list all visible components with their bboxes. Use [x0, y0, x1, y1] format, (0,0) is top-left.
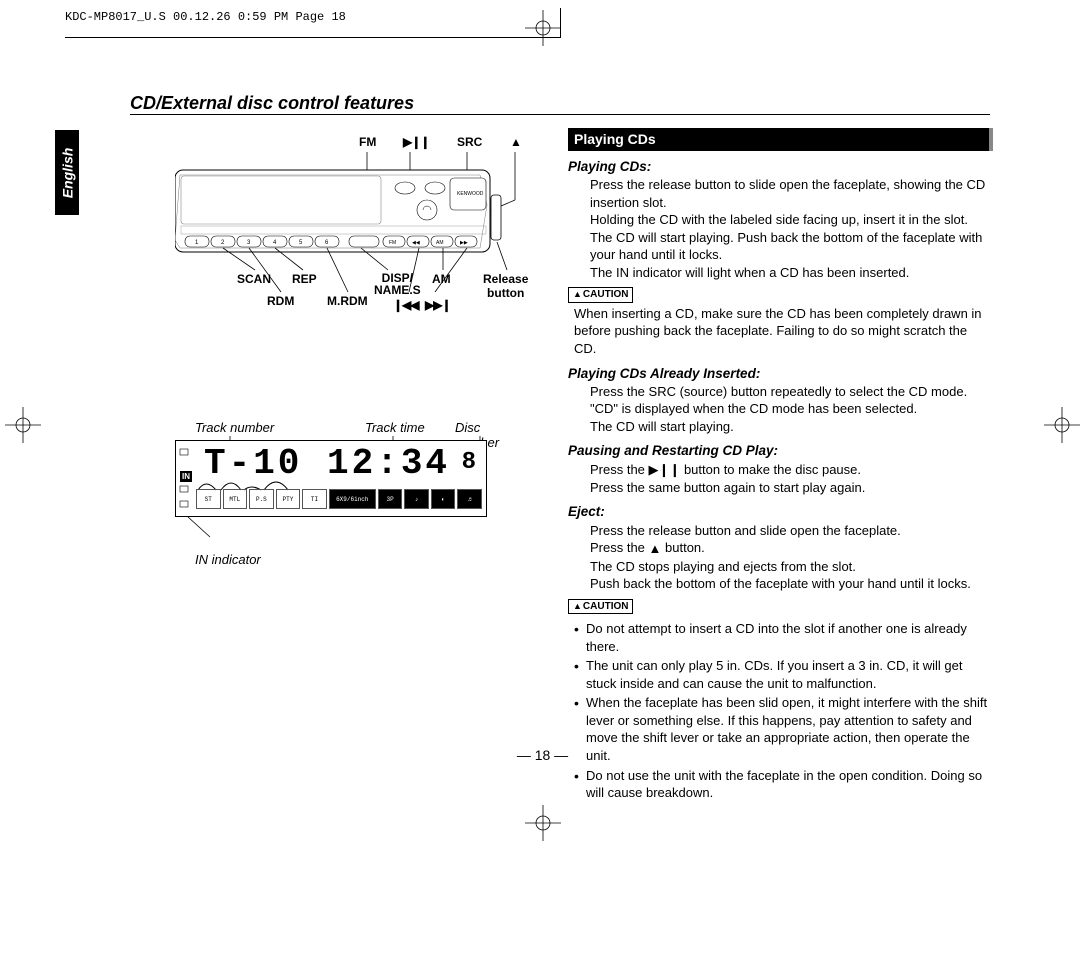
fm-label: FM — [359, 135, 376, 149]
s3-p1: Press the ▶❙❙ button to make the disc pa… — [590, 461, 993, 479]
page-number: — 18 — — [0, 747, 1085, 763]
lcd-side-icons — [178, 441, 192, 517]
s2-p1: Press the SRC (source) button repeatedly… — [590, 383, 993, 401]
caution-item: The unit can only play 5 in. CDs. If you… — [574, 657, 993, 692]
s4-p1: Press the release button and slide open … — [590, 522, 993, 540]
src-label: SRC — [457, 135, 482, 149]
language-label: English — [59, 147, 75, 198]
playing-cds-heading: Playing CDs — [568, 128, 993, 151]
stereo-svg-icon: KENWOOD 1 2 3 4 5 6 FM — [175, 140, 525, 320]
caution-item: Do not attempt to insert a CD into the s… — [574, 620, 993, 655]
in-leader-line — [180, 517, 220, 539]
s4-p2: Press the ▲ button. — [590, 539, 993, 557]
stereo-diagram: FM ▶❙❙ SRC ▲ KENWOOD — [175, 140, 525, 320]
s4-p3: The CD stops playing and ejects from the… — [590, 558, 993, 576]
registration-mark-top-icon — [525, 10, 561, 46]
s1-p2: Holding the CD with the labeled side fac… — [590, 211, 993, 264]
s3-title: Pausing and Restarting CD Play: — [568, 442, 993, 460]
svg-text:▶▶: ▶▶ — [460, 240, 468, 246]
left-column: FM ▶❙❙ SRC ▲ KENWOOD — [175, 130, 540, 517]
caution-1-text: When inserting a CD, make sure the CD ha… — [574, 305, 993, 358]
print-header: KDC-MP8017_U.S 00.12.26 0:59 PM Page 18 — [65, 10, 346, 24]
fwd-label: ▶▶❙ — [425, 298, 451, 312]
registration-mark-left-icon — [5, 407, 41, 443]
in-indicator-label: IN indicator — [195, 552, 261, 567]
caution-1-badge: CAUTION — [568, 287, 633, 303]
eject-icon: ▲ — [649, 540, 662, 558]
s4-p4: Push back the bottom of the faceplate wi… — [590, 575, 993, 593]
s1-p3: The IN indicator will light when a CD ha… — [590, 264, 993, 282]
rew-label: ❙◀◀ — [393, 298, 419, 312]
rdm-label: RDM — [267, 294, 294, 308]
scan-label: SCAN — [237, 272, 271, 286]
disp-label: DISP/ NAME.S — [374, 272, 421, 296]
am-label: AM — [432, 272, 451, 286]
track-number-label: Track number — [195, 420, 274, 435]
svg-text:KENWOOD: KENWOOD — [457, 191, 484, 197]
mrdm-label: M.RDM — [327, 294, 368, 308]
language-tab: English — [55, 130, 79, 215]
track-time-label: Track time — [365, 420, 425, 435]
s4-title: Eject: — [568, 503, 993, 521]
s2-p3: The CD will start playing. — [590, 418, 993, 436]
registration-mark-bottom-icon — [525, 805, 561, 841]
rep-label: REP — [292, 272, 317, 286]
right-column: Playing CDs Playing CDs: Press the relea… — [568, 128, 993, 804]
s1-p1: Press the release button to slide open t… — [590, 176, 993, 211]
lcd-status-row: STMTLP.SPTYTI 6X9/6inch 3P ♪◐♬ — [196, 486, 482, 512]
s2-p2: "CD" is displayed when the CD mode has b… — [590, 400, 993, 418]
s1-title: Playing CDs: — [568, 158, 993, 176]
play-pause-label: ▶❙❙ — [403, 135, 429, 149]
lcd-diagram: Track number Track time Disc number T-10… — [175, 440, 505, 517]
eject-label: ▲ — [510, 135, 522, 149]
section-title: CD/External disc control features — [130, 93, 990, 115]
caution-item: Do not use the unit with the faceplate i… — [574, 767, 993, 802]
caution-2-badge: CAUTION — [568, 599, 633, 615]
svg-text:AM: AM — [436, 240, 444, 246]
caution-list: Do not attempt to insert a CD into the s… — [574, 620, 993, 801]
svg-text:◀◀: ◀◀ — [412, 240, 420, 246]
svg-text:FM: FM — [389, 240, 396, 246]
s3-p2: Press the same button again to start pla… — [590, 479, 993, 497]
lcd-box: T-10 12:34 8 IN STMTLP.SPTYTI 6X9/6inch … — [175, 440, 487, 517]
release-btn-label: Release button — [483, 272, 528, 301]
s2-title: Playing CDs Already Inserted: — [568, 365, 993, 383]
registration-mark-right-icon — [1044, 407, 1080, 443]
play-pause-icon: ▶❙❙ — [649, 461, 681, 479]
